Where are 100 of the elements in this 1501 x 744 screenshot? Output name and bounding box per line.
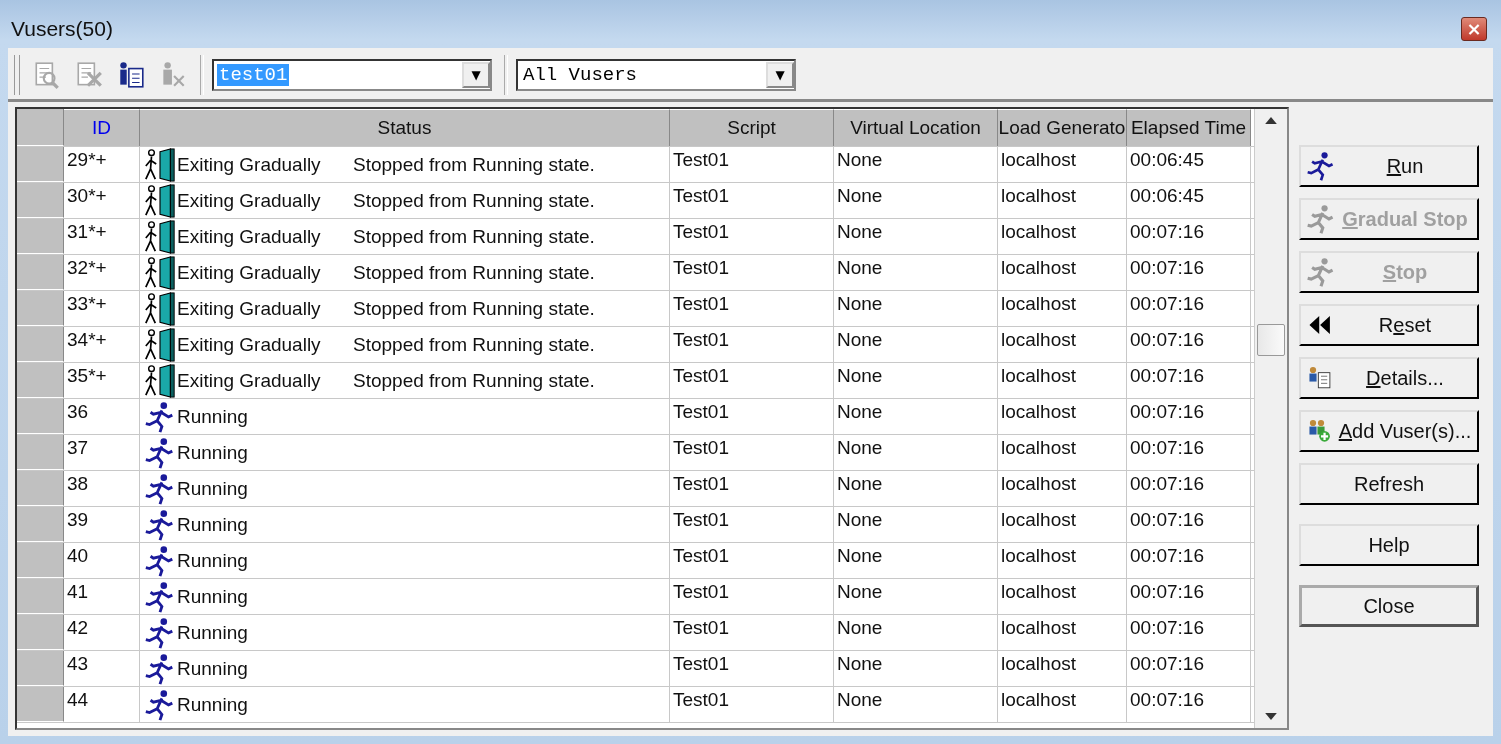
row-header[interactable]	[17, 579, 64, 614]
table-cell: localhost	[998, 615, 1127, 650]
table-cell: localhost	[998, 687, 1127, 722]
action-button[interactable]: Reset	[1299, 304, 1479, 346]
table-cell: localhost	[998, 219, 1127, 254]
action-button[interactable]: Refresh	[1299, 463, 1479, 505]
column-header[interactable]: Status	[140, 109, 670, 146]
row-header[interactable]	[17, 651, 64, 686]
row-header[interactable]	[17, 291, 64, 326]
column-header[interactable]: Script	[670, 109, 834, 146]
table-cell: None	[834, 255, 998, 290]
status-message: Stopped from Running state.	[353, 189, 595, 212]
table-cell: Test01	[670, 615, 834, 650]
row-header[interactable]	[17, 507, 64, 542]
table-cell: localhost	[998, 363, 1127, 398]
status-text: Running	[177, 621, 249, 644]
status-message: Stopped from Running state.	[353, 333, 595, 356]
table-cell: 00:06:45	[1127, 183, 1251, 218]
row-header[interactable]	[17, 219, 64, 254]
table-cell: localhost	[998, 579, 1127, 614]
table-cell: Test01	[670, 687, 834, 722]
table-cell: localhost	[998, 651, 1127, 686]
scroll-down-icon[interactable]	[1265, 713, 1277, 720]
row-header[interactable]	[17, 255, 64, 290]
table-cell: 00:07:16	[1127, 219, 1251, 254]
table-cell: 35*+	[64, 363, 140, 398]
scrollbar[interactable]	[1254, 109, 1287, 728]
table-cell: 44	[64, 687, 140, 722]
status-message: Stopped from Running state.	[353, 369, 595, 392]
status-text: Running	[177, 657, 249, 680]
table-cell: Test01	[670, 543, 834, 578]
column-header[interactable]: Virtual Location	[834, 109, 998, 146]
row-header[interactable]	[17, 363, 64, 398]
row-header[interactable]	[17, 471, 64, 506]
table-cell: 42	[64, 615, 140, 650]
column-header[interactable]: Load Generato	[998, 109, 1127, 146]
table-cell: 00:07:16	[1127, 399, 1251, 434]
table-cell: None	[834, 543, 998, 578]
action-button[interactable]: Help	[1299, 524, 1479, 566]
table-cell: localhost	[998, 255, 1127, 290]
table-cell: 32*+	[64, 255, 140, 290]
table-cell: Test01	[670, 579, 834, 614]
table-cell: localhost	[998, 327, 1127, 362]
table-cell: None	[834, 183, 998, 218]
window-title: Vusers(50)	[11, 17, 113, 41]
table-cell: None	[834, 327, 998, 362]
table-cell: 00:07:16	[1127, 255, 1251, 290]
walking-man-door-icon	[143, 183, 177, 218]
walking-man-door-icon	[143, 219, 177, 254]
script-dropdown[interactable]: test01 ▼	[212, 59, 492, 91]
table-cell: None	[834, 651, 998, 686]
action-button[interactable]: Close	[1299, 585, 1479, 627]
status-text: Running	[177, 441, 249, 464]
action-button[interactable]: Run	[1299, 145, 1479, 187]
status-message: Stopped from Running state.	[353, 261, 595, 284]
row-header[interactable]	[17, 399, 64, 434]
table-cell: Test01	[670, 507, 834, 542]
table-cell: None	[834, 219, 998, 254]
table-cell: 00:07:16	[1127, 507, 1251, 542]
status-text: Running	[177, 693, 249, 716]
table-cell: 36	[64, 399, 140, 434]
table-cell: 00:06:45	[1127, 147, 1251, 182]
table-cell: None	[834, 363, 998, 398]
table-cell: None	[834, 507, 998, 542]
table-cell: 31*+	[64, 219, 140, 254]
table-cell: Test01	[670, 651, 834, 686]
table-cell: 00:07:16	[1127, 291, 1251, 326]
table-cell: localhost	[998, 507, 1127, 542]
column-header[interactable]: Elapsed Time	[1127, 109, 1251, 146]
table-cell: 39	[64, 507, 140, 542]
table-cell: 38	[64, 471, 140, 506]
status-text: Running	[177, 477, 249, 500]
close-button[interactable]: ×	[1461, 17, 1487, 41]
row-header[interactable]	[17, 327, 64, 362]
status-text: Running	[177, 513, 249, 536]
action-button[interactable]: Add Vuser(s)...	[1299, 410, 1479, 452]
row-header[interactable]	[17, 543, 64, 578]
table-cell: Test01	[670, 147, 834, 182]
table-cell: 43	[64, 651, 140, 686]
status-text: Exiting Gradually	[177, 333, 322, 356]
scroll-up-icon[interactable]	[1265, 117, 1277, 124]
status-text: Exiting Gradually	[177, 189, 322, 212]
walking-man-door-icon	[143, 363, 177, 398]
table-cell: 37	[64, 435, 140, 470]
walking-man-door-icon	[143, 327, 177, 362]
row-header[interactable]	[17, 435, 64, 470]
table-cell: Test01	[670, 363, 834, 398]
filter-dropdown[interactable]: All Vusers ▼	[516, 59, 796, 91]
table-cell: localhost	[998, 435, 1127, 470]
row-header[interactable]	[17, 183, 64, 218]
scroll-thumb[interactable]	[1257, 324, 1285, 356]
table-cell: 00:07:16	[1127, 363, 1251, 398]
status-text: Running	[177, 585, 249, 608]
row-header[interactable]	[17, 615, 64, 650]
status-text: Exiting Gradually	[177, 261, 322, 284]
row-header[interactable]	[17, 687, 64, 722]
action-button[interactable]: Details...	[1299, 357, 1479, 399]
row-header[interactable]	[17, 147, 64, 182]
status-text: Exiting Gradually	[177, 153, 322, 176]
column-header[interactable]: ID	[64, 109, 140, 146]
